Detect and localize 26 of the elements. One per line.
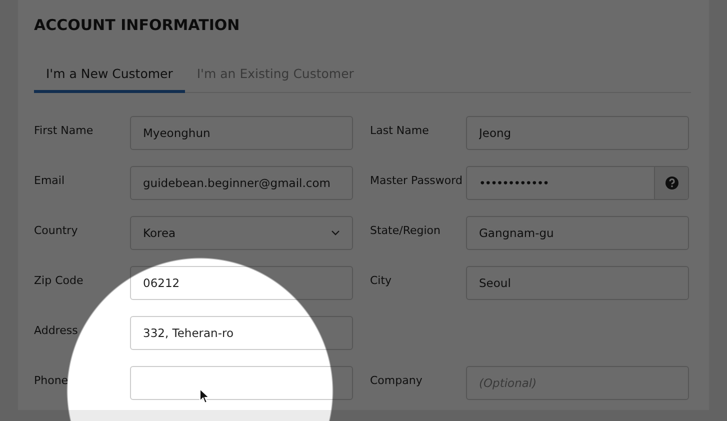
field-label: Email	[34, 173, 66, 187]
field-label: Company	[369, 373, 424, 387]
input-field[interactable]: Gangnam-gu	[466, 216, 689, 250]
field-label: First Name	[34, 123, 94, 137]
input-field[interactable]: Seoul	[466, 266, 689, 300]
input-field[interactable]: 332, Teheran-ro	[130, 316, 353, 350]
field-label: Last Name	[369, 123, 430, 137]
field-label: Master Password	[369, 173, 464, 187]
field-label: Zip Code	[34, 273, 84, 287]
section-heading: ACCOUNT INFORMATION	[34, 16, 241, 36]
field-label: Country	[34, 223, 79, 237]
tab[interactable]: I'm a New Customer	[34, 60, 185, 93]
field-label: City	[369, 273, 393, 287]
help-button[interactable]	[654, 167, 688, 199]
field-label: Phone	[34, 373, 70, 387]
select-field[interactable]: Korea	[130, 216, 353, 250]
input-field[interactable]: 06212	[130, 266, 353, 300]
help-icon	[664, 176, 678, 190]
input-field[interactable]: guidebean.beginner@gmail.com	[130, 166, 353, 200]
input-field[interactable]	[130, 366, 353, 400]
field-label: Address	[34, 323, 79, 337]
pointer-cursor-icon	[199, 388, 210, 404]
field-label: State/Region	[369, 223, 442, 237]
input-field[interactable]: Myeonghun	[130, 116, 353, 150]
password-field[interactable]: ••••••••••••	[466, 166, 689, 200]
caret-icon	[331, 230, 340, 236]
